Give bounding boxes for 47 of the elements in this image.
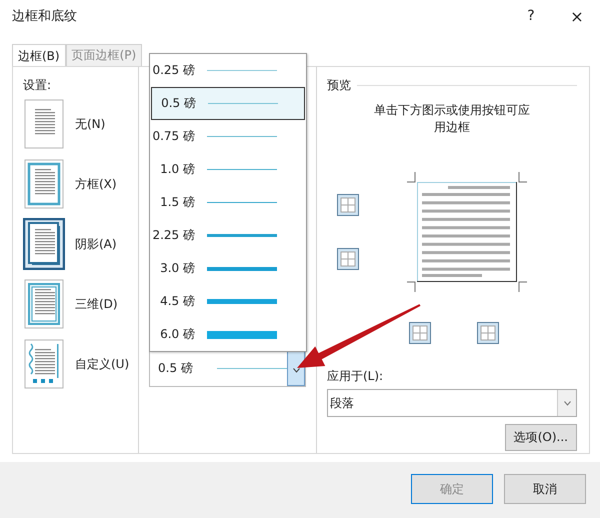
border-setting-icon[interactable]	[23, 278, 65, 330]
apply-to-label: 应用于(L):	[327, 368, 384, 385]
line-sample	[207, 70, 277, 71]
line-sample	[207, 136, 277, 138]
window-title: 边框和底纹	[12, 8, 78, 25]
line-sample	[207, 266, 277, 270]
list-option[interactable]: 0.75 磅	[150, 120, 306, 153]
cancel-button[interactable]: 取消	[504, 474, 586, 504]
close-button[interactable]: ×	[554, 0, 600, 32]
list-option[interactable]: 0.5 磅	[151, 87, 305, 120]
border-button-icon[interactable]	[337, 248, 359, 270]
border-button-icon[interactable]	[337, 194, 359, 216]
border-button-icon[interactable]	[409, 322, 431, 344]
border-setting-icon[interactable]	[23, 98, 65, 150]
width-dropdown[interactable]: 0.5 磅	[149, 349, 306, 387]
apply-to-dropdown[interactable]: 段落	[327, 389, 577, 417]
options-button[interactable]: 选项(O)...	[504, 424, 577, 451]
caret-icon	[292, 368, 300, 373]
border-setting-icon[interactable]	[23, 218, 65, 270]
preview-label: 预览	[327, 77, 351, 94]
list-option[interactable]: 1.0 磅	[150, 153, 306, 186]
line-sample	[207, 168, 277, 170]
list-option[interactable]: 0.25 磅	[150, 54, 306, 87]
setting-label: 方框(X)	[75, 176, 117, 192]
line-sample	[207, 298, 277, 304]
settings-label: 设置:	[23, 77, 52, 94]
preview-hint: 单击下方图示或使用按钮可应用边框	[373, 102, 531, 136]
setting-label: 自定义(U)	[75, 356, 130, 372]
setting-label: 无(N)	[75, 116, 106, 132]
border-button-icon[interactable]	[477, 322, 499, 344]
setting-label: 阴影(A)	[75, 236, 117, 252]
help-button[interactable]: ?	[508, 0, 554, 32]
list-option[interactable]: 1.5 磅	[150, 186, 306, 219]
tab[interactable]: 边框(B)	[12, 44, 66, 67]
list-option[interactable]: 2.25 磅	[150, 219, 306, 252]
caret-icon	[564, 400, 570, 406]
line-sample	[207, 234, 277, 237]
list-option[interactable]: 4.5 磅	[150, 285, 306, 318]
dropdown-value: 0.5 磅	[157, 360, 194, 376]
list-option[interactable]: 6.0 磅	[150, 318, 306, 351]
border-setting-icon[interactable]	[23, 158, 65, 210]
list-option[interactable]: 3.0 磅	[150, 252, 306, 285]
line-sample	[207, 330, 277, 338]
line-sample	[208, 103, 278, 104]
line-sample	[207, 202, 277, 204]
border-setting-icon[interactable]	[23, 338, 65, 390]
setting-label: 三维(D)	[75, 296, 118, 312]
